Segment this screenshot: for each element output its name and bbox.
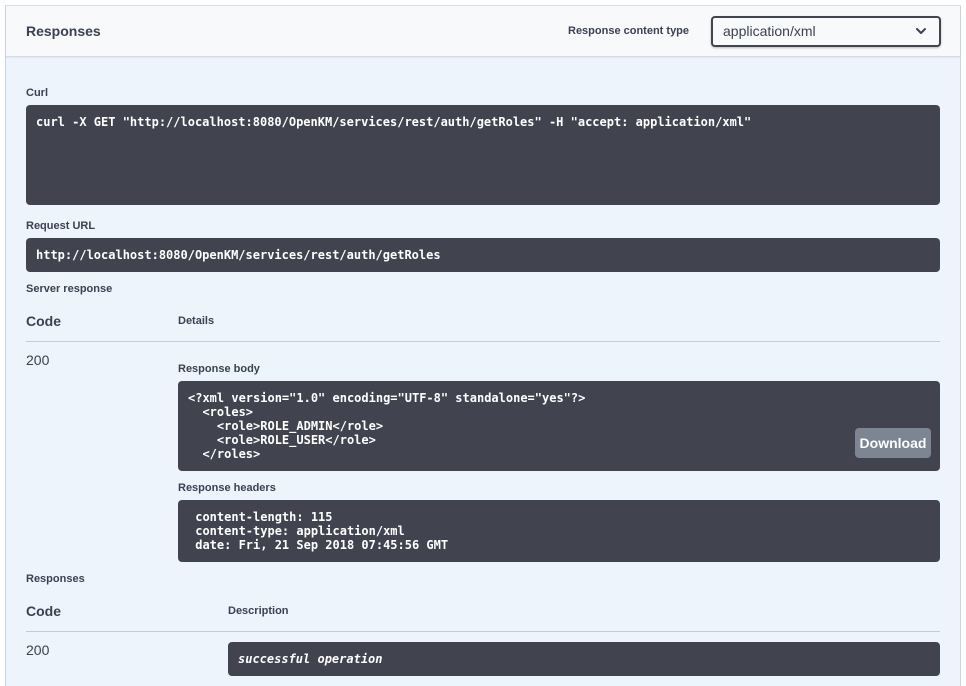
divider: [26, 631, 940, 632]
chevron-down-icon: [916, 28, 926, 34]
download-button[interactable]: Download: [855, 428, 931, 458]
response-body-block: <?xml version="1.0" encoding="UTF-8" sta…: [178, 381, 940, 471]
server-code-header: Code: [26, 313, 61, 329]
curl-label: Curl: [26, 87, 48, 99]
responses-description-header: Description: [228, 605, 289, 617]
responses-code: 200: [26, 642, 50, 658]
responses-section-label: Responses: [26, 573, 85, 585]
response-body[interactable]: <?xml version="1.0" encoding="UTF-8" sta…: [178, 381, 940, 471]
responses-title: Responses: [26, 23, 101, 39]
responses-panel: Responses Response content type applicat…: [5, 5, 961, 686]
server-details-header: Details: [178, 315, 215, 327]
content-type-select[interactable]: application/xml: [711, 16, 941, 47]
response-body-label: Response body: [178, 363, 260, 375]
curl-command[interactable]: curl -X GET "http://localhost:8080/OpenK…: [26, 105, 940, 205]
divider: [26, 341, 940, 342]
responses-header: Responses Response content type applicat…: [6, 6, 960, 57]
responses-code-header: Code: [26, 603, 61, 619]
request-url-label: Request URL: [26, 220, 96, 232]
responses-description: successful operation: [228, 642, 940, 676]
request-url[interactable]: http://localhost:8080/OpenKM/services/re…: [26, 238, 940, 272]
content-type-label: Response content type: [568, 25, 690, 37]
response-headers[interactable]: content-length: 115 content-type: applic…: [178, 500, 940, 562]
server-response-code: 200: [26, 352, 50, 368]
server-response-label: Server response: [26, 283, 113, 295]
response-headers-label: Response headers: [178, 482, 276, 494]
content-type-value: application/xml: [723, 23, 816, 39]
